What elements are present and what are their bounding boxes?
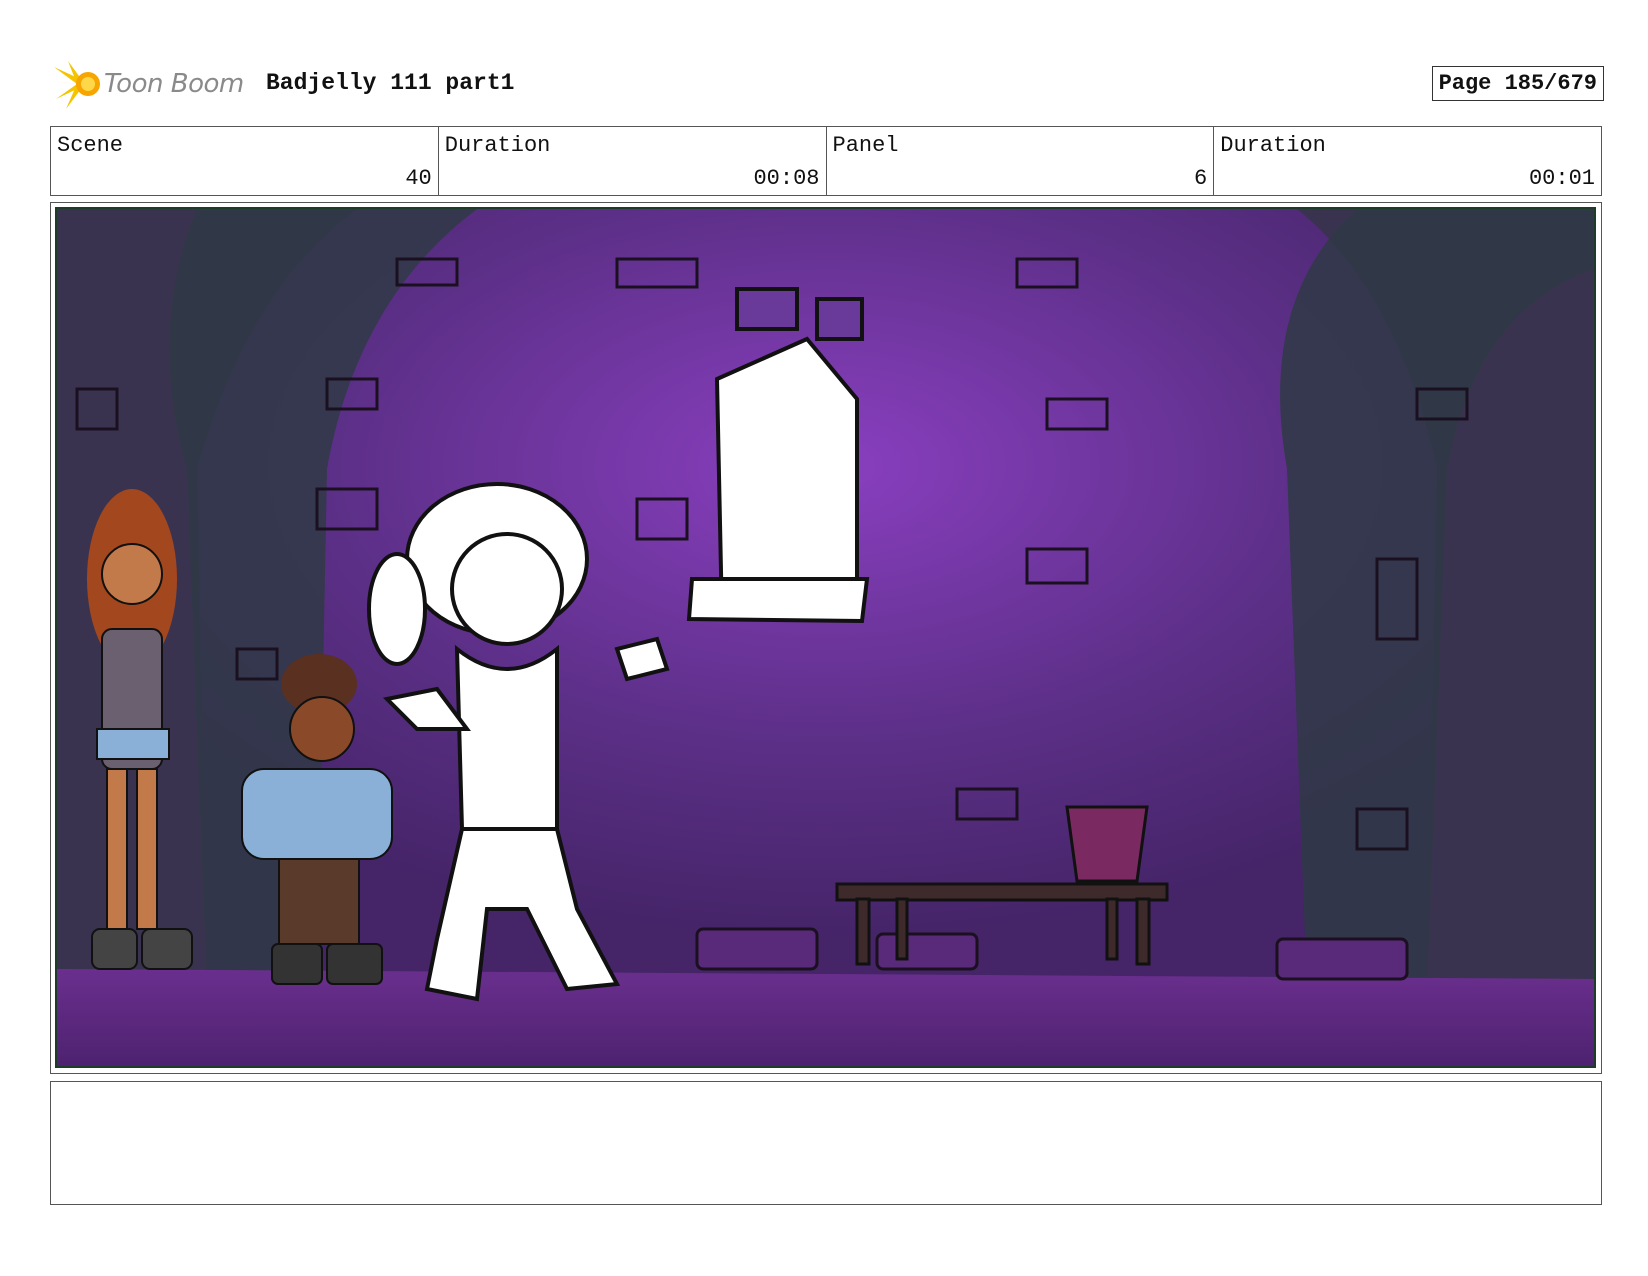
toon-boom-logo: Toon Boom <box>52 56 252 112</box>
panel-frame <box>50 202 1602 1074</box>
project-title: Badjelly 111 part1 <box>266 70 515 96</box>
storyboard-header: Toon Boom Badjelly 111 part1 Page 185/67… <box>52 56 1604 112</box>
panel-duration-value: 00:01 <box>1528 166 1595 191</box>
scene-duration-cell: Duration 00:08 <box>439 127 827 195</box>
bucket <box>1065 805 1149 883</box>
panel-duration-label: Duration <box>1220 133 1326 158</box>
scene-duration-value: 00:08 <box>753 166 820 191</box>
logo-text: Toon Boom <box>104 69 244 99</box>
panel-duration-cell: Duration 00:01 <box>1214 127 1601 195</box>
scene-number: 40 <box>405 166 432 191</box>
dungeon-scene-illustration <box>57 209 1594 1066</box>
scene-duration-label: Duration <box>444 133 551 158</box>
panel-cell: Panel 6 <box>827 127 1215 195</box>
page-counter: Page 185/679 <box>1431 66 1604 101</box>
scene-label: Scene <box>57 133 124 158</box>
panel-label: Panel <box>832 133 899 158</box>
starburst-icon <box>52 61 100 109</box>
panel-notes-box <box>50 1081 1602 1205</box>
scene-cell: Scene 40 <box>51 127 439 195</box>
panel-number: 6 <box>1194 166 1208 191</box>
scene-info-table: Scene 40 Duration 00:08 Panel 6 Duration… <box>50 126 1602 196</box>
storyboard-panel-image <box>55 207 1596 1068</box>
